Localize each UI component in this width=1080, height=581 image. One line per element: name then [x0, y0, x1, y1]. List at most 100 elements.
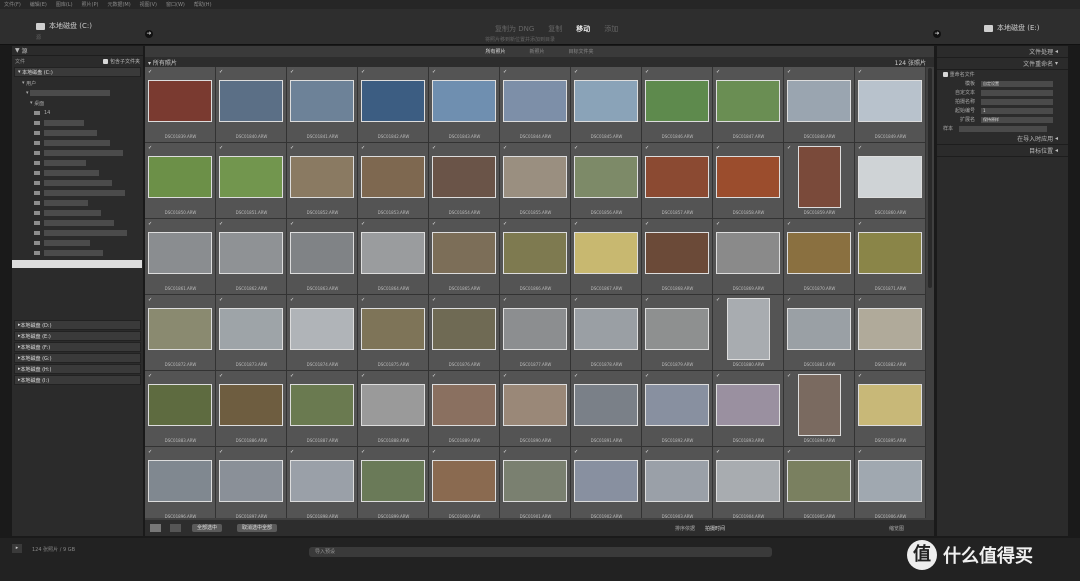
photo-thumbnail[interactable]: [574, 156, 638, 198]
photo-cell[interactable]: ✓ DSC01899.ARW: [358, 447, 429, 518]
photo-thumbnail[interactable]: [645, 232, 709, 274]
photo-checkbox[interactable]: ✓: [716, 146, 721, 151]
photo-thumbnail[interactable]: [361, 156, 425, 198]
photo-cell[interactable]: ✓ DSC01861.ARW: [145, 219, 216, 295]
menu-item[interactable]: 文件(F): [4, 1, 21, 8]
photo-cell[interactable]: ✓ DSC01848.ARW: [784, 67, 855, 143]
tree-folder[interactable]: [12, 198, 143, 208]
photo-thumbnail[interactable]: [716, 80, 780, 122]
tree-folder[interactable]: [12, 208, 143, 218]
photo-checkbox[interactable]: ✓: [432, 374, 437, 379]
tree-folder[interactable]: [12, 178, 143, 188]
loupe-view-icon[interactable]: [170, 524, 181, 532]
photo-thumbnail[interactable]: [503, 308, 567, 350]
photo-cell[interactable]: ✓ DSC01845.ARW: [571, 67, 642, 143]
photo-thumbnail[interactable]: [361, 80, 425, 122]
photo-checkbox[interactable]: ✓: [432, 146, 437, 151]
photo-checkbox[interactable]: ✓: [574, 146, 579, 151]
photo-checkbox[interactable]: ✓: [432, 222, 437, 227]
photo-thumbnail[interactable]: [574, 460, 638, 502]
photo-thumbnail[interactable]: [290, 232, 354, 274]
photo-checkbox[interactable]: ✓: [148, 298, 153, 303]
photo-checkbox[interactable]: ✓: [290, 146, 295, 151]
photo-checkbox[interactable]: ✓: [645, 450, 650, 455]
photo-cell[interactable]: ✓ DSC01889.ARW: [429, 371, 500, 447]
photo-thumbnail[interactable]: [148, 80, 212, 122]
photo-checkbox[interactable]: ✓: [219, 70, 224, 75]
photo-thumbnail[interactable]: [574, 384, 638, 426]
photo-thumbnail[interactable]: [798, 146, 841, 208]
tree-folder[interactable]: [12, 118, 143, 128]
photo-checkbox[interactable]: ✓: [361, 450, 366, 455]
photo-checkbox[interactable]: ✓: [503, 298, 508, 303]
check-all-button[interactable]: 全部选中: [192, 524, 223, 532]
photo-thumbnail[interactable]: [432, 232, 496, 274]
photo-checkbox[interactable]: ✓: [503, 70, 508, 75]
photo-thumbnail[interactable]: [290, 460, 354, 502]
photo-checkbox[interactable]: ✓: [503, 222, 508, 227]
photo-checkbox[interactable]: ✓: [503, 450, 508, 455]
tree-folder-desktop[interactable]: ▾ 桌面: [12, 98, 143, 108]
photo-thumbnail[interactable]: [361, 384, 425, 426]
photo-cell[interactable]: ✓ DSC01878.ARW: [571, 295, 642, 371]
photo-thumbnail[interactable]: [645, 308, 709, 350]
photo-checkbox[interactable]: ✓: [148, 222, 153, 227]
photo-checkbox[interactable]: ✓: [858, 222, 863, 227]
photo-thumbnail[interactable]: [858, 156, 922, 198]
photo-thumbnail[interactable]: [503, 460, 567, 502]
photo-cell[interactable]: ✓ DSC01876.ARW: [429, 295, 500, 371]
photo-cell[interactable]: ✓ DSC01905.ARW: [784, 447, 855, 518]
view-tab[interactable]: 目标文件夹: [569, 48, 594, 55]
photo-thumbnail[interactable]: [219, 308, 283, 350]
photo-thumbnail[interactable]: [148, 308, 212, 350]
destination-drive-selector[interactable]: 本地磁盘 (E:): [984, 23, 1039, 33]
photo-checkbox[interactable]: ✓: [787, 374, 792, 379]
grid-view-icon[interactable]: [150, 524, 161, 532]
photo-cell[interactable]: ✓ DSC01842.ARW: [358, 67, 429, 143]
photo-thumbnail[interactable]: [503, 156, 567, 198]
menu-item[interactable]: 视图(V): [140, 1, 157, 8]
photo-thumbnail[interactable]: [503, 80, 567, 122]
photo-thumbnail[interactable]: [361, 460, 425, 502]
photo-checkbox[interactable]: ✓: [219, 450, 224, 455]
photo-cell[interactable]: ✓ DSC01844.ARW: [500, 67, 571, 143]
photo-checkbox[interactable]: ✓: [787, 146, 792, 151]
tree-folder-14[interactable]: 14: [12, 108, 143, 118]
photo-cell[interactable]: ✓ DSC01896.ARW: [145, 447, 216, 518]
section-destination[interactable]: 目标位置 ◂: [937, 145, 1068, 157]
photo-checkbox[interactable]: ✓: [716, 70, 721, 75]
photo-thumbnail[interactable]: [432, 80, 496, 122]
view-tab[interactable]: 新照片: [529, 48, 544, 55]
tree-folder[interactable]: [12, 218, 143, 228]
photo-cell[interactable]: ✓ DSC01852.ARW: [287, 143, 358, 219]
photo-cell[interactable]: ✓ DSC01879.ARW: [642, 295, 713, 371]
photo-checkbox[interactable]: ✓: [219, 374, 224, 379]
view-tab[interactable]: 所有照片: [485, 48, 505, 55]
mode-option[interactable]: 复制为 DNG: [495, 24, 534, 34]
rename-field-input[interactable]: [981, 98, 1053, 105]
photo-cell[interactable]: ✓ DSC01868.ARW: [642, 219, 713, 295]
photo-cell[interactable]: ✓ DSC01875.ARW: [358, 295, 429, 371]
photo-thumbnail[interactable]: [716, 156, 780, 198]
photo-checkbox[interactable]: ✓: [361, 146, 366, 151]
photo-cell[interactable]: ✓ DSC01854.ARW: [429, 143, 500, 219]
photo-cell[interactable]: ✓ DSC01873.ARW: [216, 295, 287, 371]
photo-cell[interactable]: ✓ DSC01839.ARW: [145, 67, 216, 143]
photo-checkbox[interactable]: ✓: [219, 222, 224, 227]
photo-checkbox[interactable]: ✓: [645, 146, 650, 151]
photo-cell[interactable]: ✓ DSC01866.ARW: [500, 219, 571, 295]
photo-checkbox[interactable]: ✓: [290, 70, 295, 75]
photo-thumbnail[interactable]: [290, 308, 354, 350]
photo-thumbnail[interactable]: [432, 156, 496, 198]
photo-checkbox[interactable]: ✓: [787, 298, 792, 303]
tree-folder[interactable]: [12, 188, 143, 198]
photo-cell[interactable]: ✓ DSC01883.ARW: [145, 371, 216, 447]
photo-checkbox[interactable]: ✓: [574, 298, 579, 303]
photo-cell[interactable]: ✓ DSC01872.ARW: [145, 295, 216, 371]
tree-folder-blurred[interactable]: ▾: [12, 88, 143, 98]
photo-thumbnail[interactable]: [858, 80, 922, 122]
photo-thumbnail[interactable]: [787, 308, 851, 350]
photo-checkbox[interactable]: ✓: [858, 450, 863, 455]
photo-thumbnail[interactable]: [574, 308, 638, 350]
photo-checkbox[interactable]: ✓: [645, 298, 650, 303]
